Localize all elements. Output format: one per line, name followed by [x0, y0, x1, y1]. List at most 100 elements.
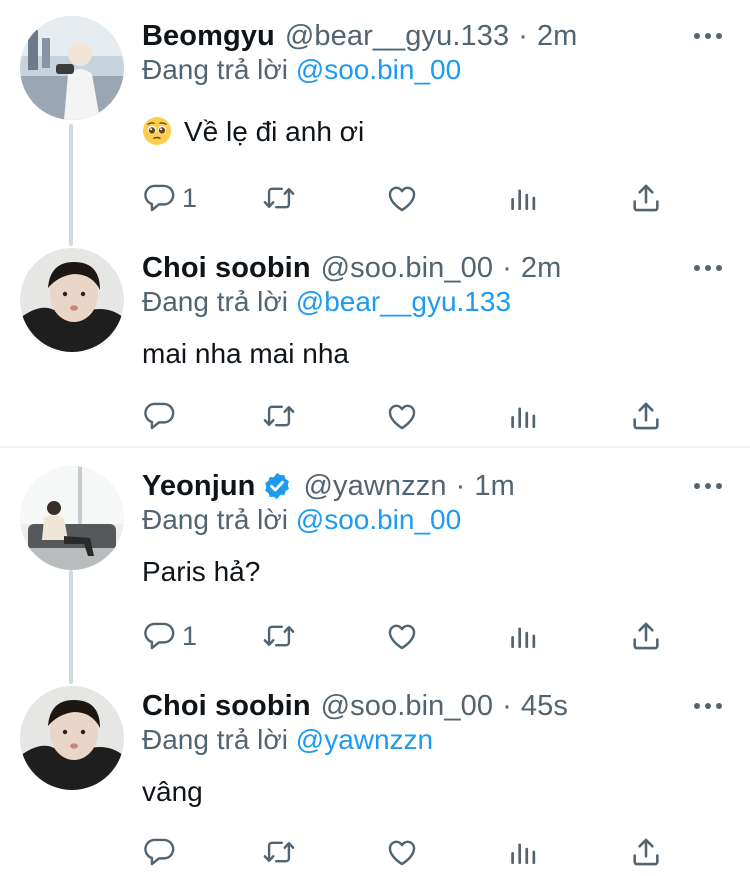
- share-button[interactable]: [629, 396, 663, 436]
- retweet-button[interactable]: [262, 832, 296, 872]
- pleading-face-emoji-icon: [143, 117, 171, 145]
- retweet-button[interactable]: [262, 178, 296, 218]
- like-button[interactable]: [385, 396, 419, 436]
- user-handle[interactable]: @soo.bin_00: [321, 252, 493, 285]
- reply-button[interactable]: [142, 396, 182, 436]
- replying-to: Đang trả lời @soo.bin_00: [142, 504, 461, 536]
- share-button[interactable]: [629, 616, 663, 656]
- analytics-bars-icon: [507, 399, 541, 433]
- more-horizontal-icon[interactable]: [694, 694, 722, 718]
- tweet-actions: [0, 832, 750, 872]
- tweet-body: Paris hả?: [142, 556, 261, 587]
- replying-to: Đang trả lời @soo.bin_00: [142, 54, 461, 86]
- retweet-button[interactable]: [262, 396, 296, 436]
- heart-icon: [385, 835, 419, 869]
- tweet[interactable]: Beomgyu @bear__gyu.133 · 2m Đang trả lời…: [0, 16, 750, 236]
- mention-link[interactable]: @soo.bin_00: [296, 504, 461, 535]
- separator: ·: [502, 689, 512, 722]
- share-upload-icon: [629, 619, 663, 653]
- heart-icon: [385, 181, 419, 215]
- replying-to: Đang trả lời @yawnzzn: [142, 724, 433, 756]
- analytics-bars-icon: [507, 181, 541, 215]
- timestamp[interactable]: 2m: [537, 20, 578, 53]
- replying-prefix: Đang trả lời: [142, 54, 288, 85]
- like-button[interactable]: [385, 832, 419, 872]
- replying-prefix: Đang trả lời: [142, 504, 288, 535]
- share-upload-icon: [629, 835, 663, 869]
- analytics-button[interactable]: [507, 178, 541, 218]
- tweet-text: Về lẹ đi anh ơi: [142, 116, 364, 148]
- tweet-actions: [0, 396, 750, 436]
- thread-divider: [0, 446, 750, 448]
- replying-prefix: Đang trả lời: [142, 286, 288, 317]
- reply-bubble-icon: [142, 835, 176, 869]
- more-horizontal-icon[interactable]: [694, 24, 722, 48]
- separator: ·: [518, 19, 528, 52]
- tweet-header: Choi soobin @soo.bin_00 · 45s: [142, 686, 568, 726]
- reply-bubble-icon: [142, 399, 176, 433]
- like-button[interactable]: [385, 616, 419, 656]
- analytics-button[interactable]: [507, 616, 541, 656]
- analytics-bars-icon: [507, 835, 541, 869]
- reply-bubble-icon: [142, 181, 176, 215]
- retweet-icon: [262, 181, 296, 215]
- tweet-body: vâng: [142, 776, 203, 807]
- retweet-icon: [262, 835, 296, 869]
- reply-button[interactable]: 1: [142, 616, 197, 656]
- user-handle[interactable]: @bear__gyu.133: [285, 20, 509, 53]
- mention-link[interactable]: @soo.bin_00: [296, 54, 461, 85]
- separator: ·: [502, 251, 512, 284]
- replying-prefix: Đang trả lời: [142, 724, 288, 755]
- tweet-header: Choi soobin @soo.bin_00 · 2m: [142, 248, 561, 288]
- reply-count: 1: [182, 620, 198, 651]
- display-name[interactable]: Choi soobin: [142, 252, 311, 285]
- tweet-body: Về lẹ đi anh ơi: [184, 116, 365, 147]
- analytics-bars-icon: [507, 619, 541, 653]
- tweet-text: mai nha mai nha: [142, 338, 349, 370]
- tweet-body: mai nha mai nha: [142, 338, 350, 369]
- avatar[interactable]: [20, 686, 124, 790]
- more-horizontal-icon[interactable]: [694, 256, 722, 280]
- analytics-button[interactable]: [507, 832, 541, 872]
- retweet-button[interactable]: [262, 616, 296, 656]
- verified-badge-icon: [264, 472, 289, 500]
- heart-icon: [385, 399, 419, 433]
- tweet-header: Yeonjun @yawnzzn · 1m: [142, 466, 515, 506]
- avatar[interactable]: [20, 16, 124, 120]
- timestamp[interactable]: 45s: [521, 690, 568, 723]
- user-handle[interactable]: @yawnzzn: [304, 470, 447, 503]
- retweet-icon: [262, 399, 296, 433]
- replying-to: Đang trả lời @bear__gyu.133: [142, 286, 511, 318]
- user-handle[interactable]: @soo.bin_00: [321, 690, 493, 723]
- analytics-button[interactable]: [507, 396, 541, 436]
- tweet-header: Beomgyu @bear__gyu.133 · 2m: [142, 16, 577, 56]
- display-name[interactable]: Choi soobin: [142, 690, 311, 723]
- like-button[interactable]: [385, 178, 419, 218]
- reply-count: 1: [182, 182, 198, 213]
- timestamp[interactable]: 2m: [521, 252, 562, 285]
- reply-bubble-icon: [142, 619, 176, 653]
- tweet-actions: 1: [0, 616, 750, 656]
- display-name[interactable]: Beomgyu: [142, 20, 275, 53]
- share-button[interactable]: [629, 178, 663, 218]
- share-upload-icon: [629, 399, 663, 433]
- share-button[interactable]: [629, 832, 663, 872]
- mention-link[interactable]: @bear__gyu.133: [296, 286, 511, 317]
- tweet-text: vâng: [142, 776, 203, 808]
- avatar[interactable]: [20, 248, 124, 352]
- more-horizontal-icon[interactable]: [694, 474, 722, 498]
- tweet[interactable]: Choi soobin @soo.bin_00 · 45s Đang trả l…: [0, 686, 750, 876]
- heart-icon: [385, 619, 419, 653]
- separator: ·: [455, 469, 466, 502]
- tweet[interactable]: Choi soobin @soo.bin_00 · 2m Đang trả lờ…: [0, 248, 750, 444]
- mention-link[interactable]: @yawnzzn: [296, 724, 433, 755]
- tweet[interactable]: Yeonjun @yawnzzn · 1m Đang trả lời @soo.…: [0, 466, 750, 676]
- retweet-icon: [262, 619, 296, 653]
- display-name[interactable]: Yeonjun: [142, 470, 256, 503]
- share-upload-icon: [629, 181, 663, 215]
- reply-button[interactable]: [142, 832, 182, 872]
- avatar[interactable]: [20, 466, 124, 570]
- timestamp[interactable]: 1m: [474, 470, 515, 503]
- reply-button[interactable]: 1: [142, 178, 197, 218]
- tweet-actions: 1: [0, 178, 750, 218]
